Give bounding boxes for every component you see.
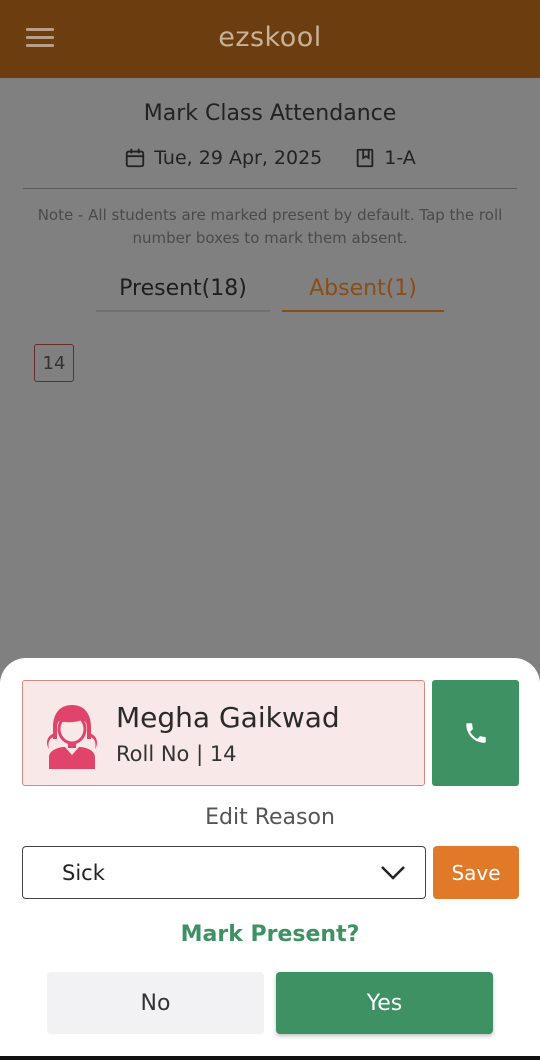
phone-icon — [465, 723, 486, 743]
girl-avatar-icon — [47, 705, 97, 769]
student-card: Megha Gaikwad Roll No | 14 — [22, 680, 425, 786]
student-name: Megha Gaikwad — [116, 701, 340, 734]
attendance-tabs: Present(18) Absent(1) — [96, 276, 444, 312]
divider — [23, 188, 517, 189]
roll-number-box[interactable]: 14 — [34, 344, 74, 382]
class-name: 1-A — [384, 147, 416, 169]
tab-absent[interactable]: Absent(1) — [282, 276, 444, 312]
yes-button[interactable]: Yes — [276, 972, 493, 1034]
app-bar: ezskool — [0, 0, 540, 78]
page-title: Mark Class Attendance — [143, 101, 397, 126]
instruction-note: Note - All students are marked present b… — [37, 206, 503, 247]
bottom-edge — [0, 1056, 540, 1060]
attendance-date: Tue, 29 Apr, 2025 — [154, 147, 323, 169]
student-bottom-sheet: Megha Gaikwad Roll No | 14 Edit Reason S… — [0, 658, 540, 1060]
calendar-icon — [126, 148, 145, 168]
meta-row: Tue, 29 Apr, 2025 1-A — [0, 147, 540, 169]
no-button[interactable]: No — [47, 972, 264, 1034]
save-button[interactable]: Save — [433, 846, 519, 899]
chevron-down-icon — [381, 866, 405, 880]
tab-present[interactable]: Present(18) — [96, 276, 270, 312]
app-title: ezskool — [218, 22, 322, 53]
class-book-icon — [357, 148, 374, 168]
mark-present-prompt: Mark Present? — [180, 922, 360, 947]
call-button[interactable] — [432, 680, 519, 786]
reason-select-value: Sick — [62, 861, 105, 885]
reason-select[interactable]: Sick — [22, 846, 426, 899]
edit-reason-label: Edit Reason — [205, 805, 335, 830]
student-roll: Roll No | 14 — [116, 742, 237, 766]
